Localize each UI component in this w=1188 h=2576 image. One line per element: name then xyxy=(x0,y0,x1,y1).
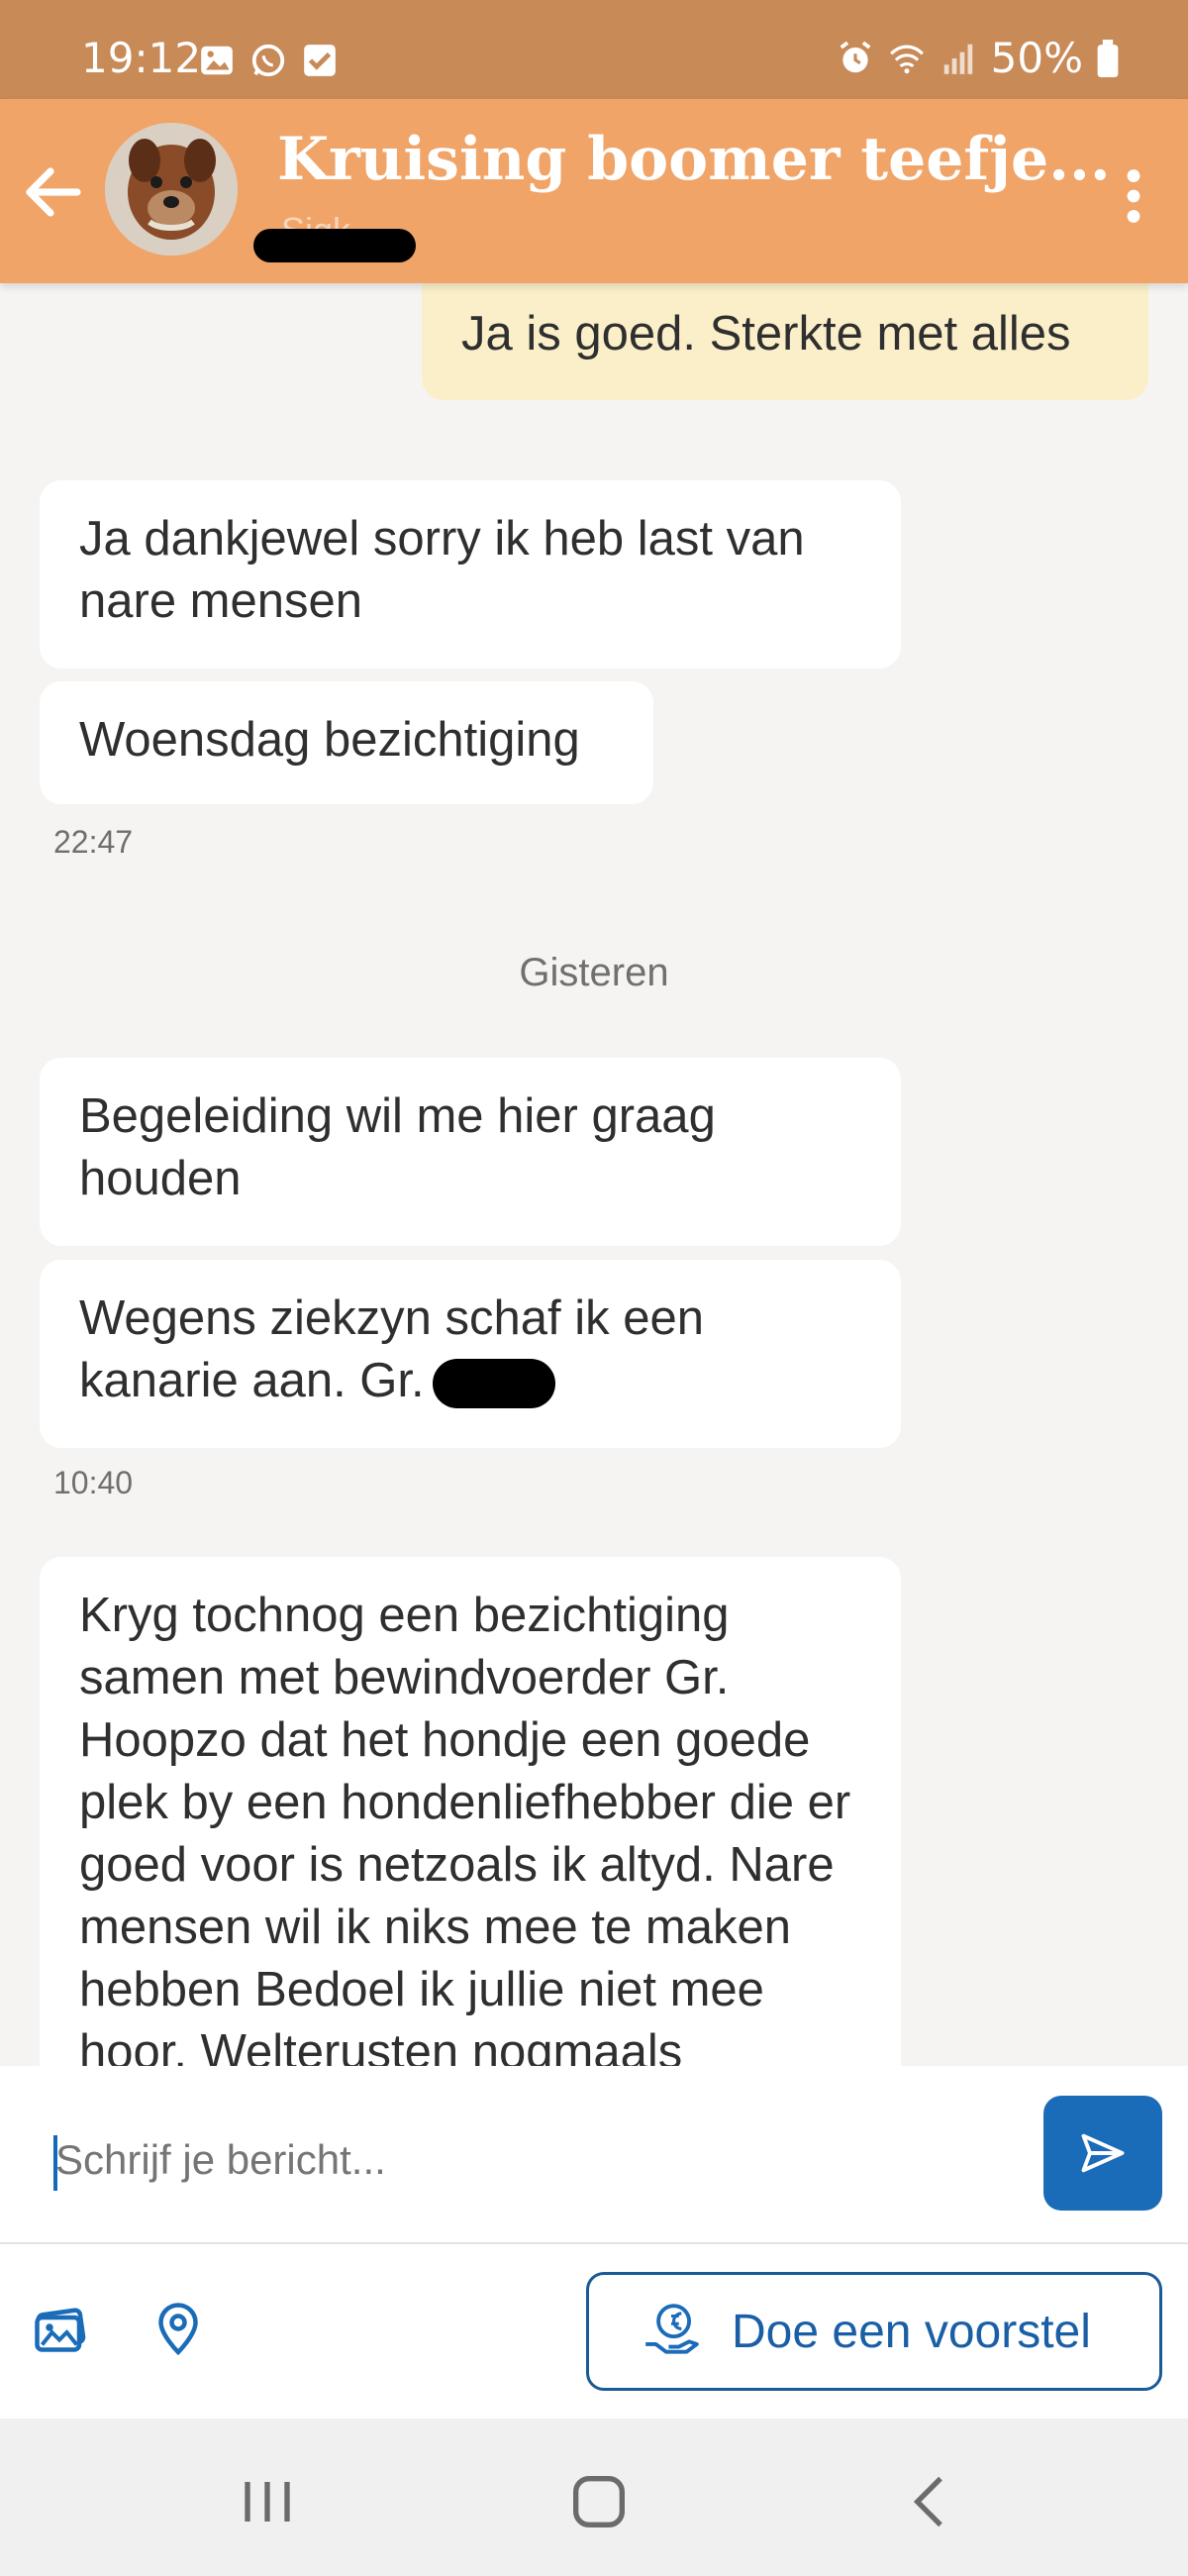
home-icon[interactable] xyxy=(559,2462,639,2541)
status-bar: 19:12 50% xyxy=(0,0,1188,99)
alarm-icon xyxy=(840,41,871,72)
message-bubble[interactable]: Begeleiding wil me hier graag houden xyxy=(40,1058,901,1246)
battery-percentage: 50% xyxy=(990,34,1083,82)
system-icons: 50% xyxy=(837,34,1119,82)
message-bubble[interactable]: Kryg tochnog een bezichtiging samen met … xyxy=(40,1557,901,2066)
message-text: Kryg tochnog een bezichtiging samen met … xyxy=(79,1589,851,2066)
system-navigation-bar xyxy=(0,2419,1188,2576)
chat-header: Kruising boomer teefje... Sigk xyxy=(0,99,1188,283)
signal-icon xyxy=(943,44,972,74)
message-composer xyxy=(0,2066,1188,2244)
message-list[interactable]: Ja is goed. Sterkte met alles Ja dankjew… xyxy=(0,283,1188,2066)
gallery-notification-icon xyxy=(201,46,233,75)
send-button[interactable] xyxy=(1043,2096,1162,2211)
wifi-icon xyxy=(889,45,924,73)
back-nav-icon[interactable] xyxy=(891,2462,970,2541)
message-timestamp: 22:47 xyxy=(53,824,134,860)
more-vertical-icon[interactable] xyxy=(1099,155,1168,238)
message-bubble[interactable]: Wegens ziekzyn schaf ik een kanarie aan.… xyxy=(40,1260,901,1448)
day-separator: Gisteren xyxy=(519,951,669,994)
redaction-mark xyxy=(432,1359,555,1409)
arrow-left-icon[interactable] xyxy=(18,156,89,228)
battery-icon xyxy=(1097,39,1119,77)
send-icon xyxy=(1081,2133,1125,2173)
message-input[interactable] xyxy=(55,2135,1006,2185)
location-pin-icon[interactable] xyxy=(148,2298,208,2357)
message-text: Ja dankjewel sorry ik heb last van nare … xyxy=(79,512,805,628)
dog-photo xyxy=(105,123,238,256)
message-timestamp: 10:40 xyxy=(53,1465,134,1500)
action-bar: Doe een voorstel xyxy=(0,2244,1188,2419)
redaction-mark xyxy=(253,229,416,262)
recent-apps-icon[interactable] xyxy=(228,2462,307,2541)
euro-hand-icon xyxy=(645,2304,699,2354)
status-time: 19:12 xyxy=(81,34,202,82)
checkbox-notification-icon xyxy=(304,45,336,76)
message-bubble[interactable]: Woensdag bezichtiging xyxy=(40,681,653,804)
message-text: Begeleiding wil me hier graag houden xyxy=(79,1089,716,1205)
chat-title[interactable]: Kruising boomer teefje... xyxy=(277,125,1111,194)
message-text: Ja is goed. Sterkte met alles xyxy=(461,307,1071,361)
notification-icons xyxy=(198,42,339,79)
whatsapp-notification-icon xyxy=(251,44,285,77)
message-text: Wegens ziekzyn schaf ik een kanarie aan.… xyxy=(79,1291,704,1407)
message-bubble[interactable]: Ja dankjewel sorry ik heb last van nare … xyxy=(40,480,901,669)
make-offer-label: Doe een voorstel xyxy=(732,2305,1091,2358)
message-text: Woensdag bezichtiging xyxy=(79,713,580,767)
message-bubble-own[interactable]: Ja is goed. Sterkte met alles xyxy=(422,283,1148,400)
avatar[interactable] xyxy=(105,123,238,256)
image-gallery-icon[interactable] xyxy=(30,2298,89,2357)
make-offer-button[interactable]: Doe een voorstel xyxy=(586,2272,1162,2391)
